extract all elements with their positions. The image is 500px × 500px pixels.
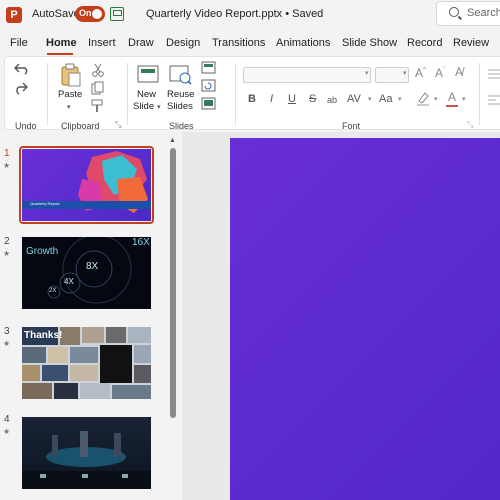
reset-icon[interactable]	[201, 79, 217, 93]
paste-button-label[interactable]: Paste	[58, 89, 82, 101]
underline-button[interactable]: U	[288, 93, 296, 105]
chevron-down-icon[interactable]: ▾	[365, 69, 369, 77]
thumbnail-scrollbar[interactable]	[170, 148, 176, 418]
highlight-icon[interactable]	[415, 91, 431, 107]
toggle-knob	[92, 9, 102, 19]
save-icon[interactable]	[110, 7, 124, 21]
redo-icon[interactable]	[13, 81, 33, 95]
tab-file[interactable]: File	[10, 37, 28, 49]
slide-title-text: Thanks!	[24, 330, 63, 341]
slide-thumbnail-1[interactable]: Quarterly Report	[22, 149, 151, 221]
divider	[47, 63, 48, 125]
font-color-swatch	[446, 105, 458, 107]
tab-insert[interactable]: Insert	[88, 37, 116, 49]
badge-2x: 2X	[49, 288, 57, 294]
slide-number: 1	[4, 148, 10, 159]
search-input[interactable]: Search	[436, 1, 500, 26]
chevron-down-icon[interactable]: ▾	[403, 69, 407, 77]
font-family-select[interactable]	[243, 67, 371, 83]
decrease-font-icon[interactable]: Aˇ	[435, 66, 445, 80]
new-slide-icon[interactable]	[137, 63, 161, 85]
divider	[479, 63, 480, 125]
animation-star-icon: ★	[3, 339, 11, 348]
new-slide-label-2[interactable]: Slide	[133, 101, 154, 113]
cut-icon[interactable]	[91, 63, 105, 77]
change-case-button[interactable]: Aa	[379, 93, 392, 105]
search-icon	[449, 7, 459, 17]
title-bar: P AutoSave On Quarterly Video Report.ppt…	[0, 0, 500, 30]
active-tab-indicator	[47, 53, 73, 55]
search-placeholder: Search	[467, 7, 500, 19]
animation-star-icon: ★	[3, 427, 11, 436]
chevron-down-icon[interactable]: ▾	[462, 95, 466, 103]
badge-16x: 16X	[132, 237, 150, 248]
dialog-launcher-icon[interactable]: ⤡	[467, 120, 473, 130]
autosave-label: AutoSave	[32, 8, 80, 20]
tab-design[interactable]: Design	[166, 37, 200, 49]
undo-group-label: Undo	[15, 121, 37, 131]
chevron-down-icon[interactable]: ▾	[157, 103, 161, 111]
slide-thumbnail-4[interactable]	[22, 417, 151, 489]
slide-number: 4	[4, 414, 10, 425]
section-icon[interactable]	[201, 97, 217, 111]
tab-home[interactable]: Home	[46, 37, 77, 49]
dark-scene-image	[22, 431, 151, 489]
slides-group-label: Slides	[169, 121, 194, 131]
autosave-state: On	[79, 8, 92, 18]
italic-button[interactable]: I	[270, 93, 273, 105]
clear-formatting-icon[interactable]: A̸	[455, 65, 463, 79]
slide-title-text: Quarterly Report	[30, 201, 60, 206]
shadow-button[interactable]: ab	[327, 95, 337, 105]
document-title[interactable]: Quarterly Video Report.pptx • Saved	[146, 8, 323, 20]
new-slide-label[interactable]: New	[137, 89, 156, 101]
chevron-down-icon[interactable]: ▾	[398, 95, 402, 103]
scroll-up-icon[interactable]: ▲	[169, 137, 176, 144]
slide-number: 2	[4, 236, 10, 247]
slide-title-text: Growth	[26, 246, 59, 257]
animation-star-icon: ★	[3, 249, 11, 258]
bullets-icon[interactable]	[487, 67, 500, 81]
layout-icon[interactable]	[201, 61, 217, 75]
reuse-slides-label[interactable]: Reuse	[167, 89, 194, 101]
abstract-art-image	[22, 151, 151, 213]
chevron-down-icon[interactable]: ▾	[368, 95, 372, 103]
clipboard-group-label: Clipboard	[61, 121, 100, 131]
format-painter-icon[interactable]	[91, 99, 105, 113]
dialog-launcher-icon[interactable]: ⤡	[115, 120, 121, 130]
powerpoint-logo-icon: P	[6, 7, 22, 23]
tab-draw[interactable]: Draw	[128, 37, 154, 49]
undo-icon[interactable]	[13, 61, 33, 75]
slide-thumbnail-2[interactable]: Growth 16X 8X 4X 2X	[22, 237, 151, 309]
ribbon-tabs: File Home Insert Draw Design Transitions…	[0, 33, 500, 55]
reuse-slides-label-2[interactable]: Slides	[167, 101, 193, 113]
slide-number: 3	[4, 326, 10, 337]
chevron-down-icon[interactable]: ▾	[434, 95, 438, 103]
reuse-slides-icon[interactable]	[169, 63, 193, 85]
strikethrough-button[interactable]: S	[309, 93, 316, 105]
character-spacing-button[interactable]: AV	[347, 93, 361, 105]
chevron-down-icon[interactable]: ▾	[67, 103, 71, 111]
autosave-toggle[interactable]: On	[75, 6, 105, 22]
slide-thumbnail-3[interactable]: Thanks!	[22, 327, 151, 399]
font-group-label: Font	[342, 121, 361, 131]
tab-slide-show[interactable]: Slide Show	[342, 37, 397, 49]
tab-transitions[interactable]: Transitions	[212, 37, 265, 49]
tab-review[interactable]: Review	[453, 37, 489, 49]
divider	[127, 63, 128, 125]
badge-8x: 8X	[86, 261, 99, 272]
tab-record[interactable]: Record	[407, 37, 442, 49]
font-color-icon[interactable]: A	[448, 90, 456, 104]
divider	[235, 63, 236, 125]
current-slide-canvas[interactable]	[230, 138, 500, 500]
ribbon: Undo Paste ▾ Clipboard ⤡ New Slide ▾ Reu…	[4, 56, 500, 131]
increase-font-icon[interactable]: A^	[415, 66, 426, 80]
paste-icon[interactable]	[59, 63, 83, 87]
copy-icon[interactable]	[91, 81, 105, 95]
tab-animations[interactable]: Animations	[276, 37, 330, 49]
bold-button[interactable]: B	[248, 93, 256, 105]
align-icon[interactable]	[487, 93, 500, 107]
animation-star-icon: ★	[3, 161, 11, 170]
badge-4x: 4X	[64, 277, 74, 286]
